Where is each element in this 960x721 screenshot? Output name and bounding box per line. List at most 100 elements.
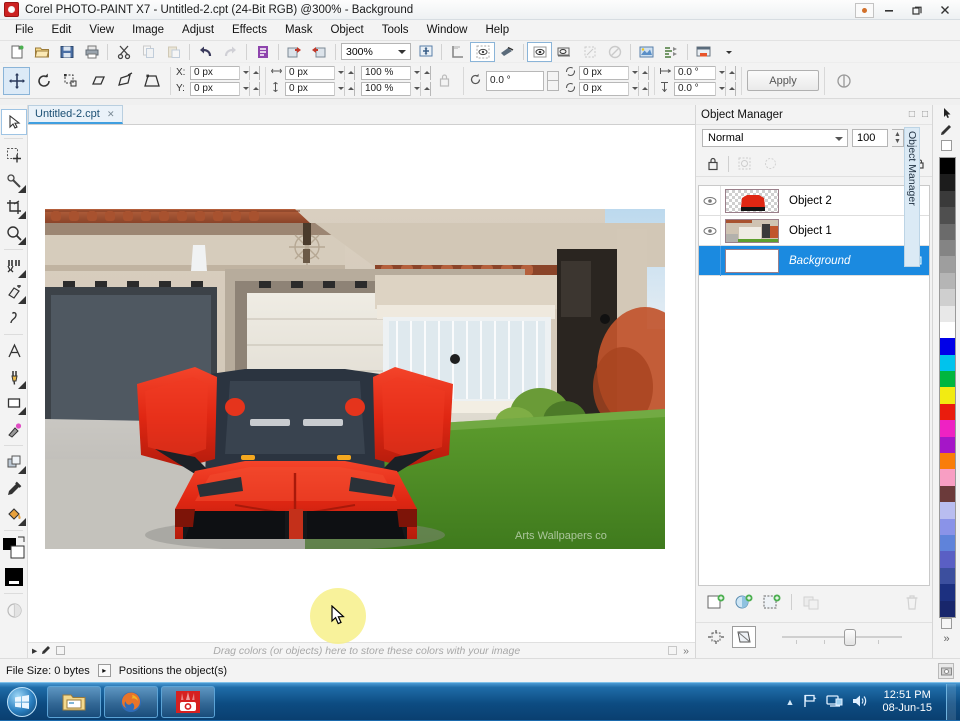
eyedropper-tool[interactable] — [1, 475, 27, 501]
eyedropper-icon[interactable] — [940, 123, 953, 139]
lock-ratio-icon[interactable] — [431, 67, 458, 95]
smart-cutout-tool[interactable] — [1, 253, 27, 279]
show-object-marquee-button[interactable] — [759, 154, 781, 174]
color-swatch[interactable] — [940, 338, 955, 354]
arrow-cursor-icon[interactable] — [941, 107, 953, 122]
visibility-toggle[interactable] — [699, 186, 721, 216]
layer-row-object-1[interactable]: Object 1 — [699, 216, 929, 246]
width-input[interactable]: 0 px — [285, 66, 355, 80]
color-swatch[interactable] — [940, 584, 955, 600]
skew-tool-button[interactable] — [84, 67, 111, 95]
restore-button[interactable] — [904, 1, 930, 19]
launcher-dropdown-button[interactable] — [716, 42, 741, 62]
close-icon[interactable]: ✕ — [106, 109, 116, 119]
redo-button[interactable] — [218, 42, 243, 62]
layer-name[interactable]: Object 1 — [789, 225, 832, 237]
show-grid-button[interactable] — [470, 42, 495, 62]
paste-button[interactable] — [161, 42, 186, 62]
start-button[interactable] — [0, 684, 44, 720]
menu-window[interactable]: Window — [418, 21, 477, 39]
reset-icon[interactable] — [830, 67, 857, 95]
object-transparency-button[interactable] — [732, 626, 756, 648]
color-swatch[interactable] — [940, 207, 955, 223]
opacity-stepper[interactable]: ▲▼ — [892, 129, 904, 147]
color-swatch-column[interactable] — [939, 157, 956, 618]
show-desktop-button[interactable] — [946, 684, 956, 720]
taskbar-item-explorer[interactable] — [47, 686, 101, 718]
color-swatch[interactable] — [940, 256, 955, 272]
mask-transform-tool[interactable] — [1, 142, 27, 168]
export-to-web-button[interactable] — [307, 42, 332, 62]
minimize-icon[interactable]: □ — [909, 109, 915, 120]
chevron-down-icon[interactable] — [835, 137, 843, 141]
layer-row-background[interactable]: Background — [699, 246, 929, 276]
color-swatch[interactable] — [940, 387, 955, 403]
rotation-input[interactable]: 0.0 ° — [486, 71, 544, 91]
color-swatch[interactable] — [940, 224, 955, 240]
menu-view[interactable]: View — [80, 21, 123, 39]
cut-button[interactable] — [111, 42, 136, 62]
menu-edit[interactable]: Edit — [43, 21, 81, 39]
network-icon[interactable] — [826, 693, 843, 712]
no-clip-button[interactable] — [602, 42, 627, 62]
color-swatch[interactable] — [940, 568, 955, 584]
layer-name[interactable]: Background — [789, 255, 850, 267]
object-opacity-slider[interactable] — [782, 628, 902, 646]
color-swatch[interactable] — [940, 191, 955, 207]
close-button[interactable] — [932, 1, 958, 19]
color-swatch[interactable] — [940, 601, 955, 617]
color-swatch[interactable] — [940, 551, 955, 567]
color-swatch[interactable] — [940, 469, 955, 485]
fill-swatch-control[interactable] — [1, 564, 27, 590]
new-document-button[interactable] — [4, 42, 29, 62]
close-icon[interactable]: □ — [922, 109, 928, 120]
eraser-tool[interactable] — [1, 279, 27, 305]
anchor-bottom-input[interactable]: 0 px — [579, 82, 649, 96]
status-expander-button[interactable]: ▸ — [98, 664, 111, 677]
rectangle-shape-tool[interactable] — [1, 390, 27, 416]
mask-marquee-button[interactable] — [527, 42, 552, 62]
layer-name[interactable]: Object 2 — [789, 195, 832, 207]
taskbar-item-firefox[interactable] — [104, 686, 158, 718]
open-button[interactable] — [29, 42, 54, 62]
user-account-icon[interactable] — [855, 3, 874, 18]
color-swatch[interactable] — [940, 306, 955, 322]
no-color-icon[interactable] — [56, 646, 65, 655]
x-input[interactable]: 0 px — [190, 66, 260, 80]
color-swatch[interactable] — [940, 453, 955, 469]
crop-tool[interactable] — [1, 194, 27, 220]
image-canvas[interactable]: Arts Wallpapers co — [45, 209, 665, 549]
snapshot-icon[interactable] — [938, 663, 954, 679]
docker-vertical-tab[interactable]: Object Manager — [904, 127, 920, 267]
menu-adjust[interactable]: Adjust — [173, 21, 223, 39]
skew-vertical-input[interactable]: 0.0 ° — [674, 82, 736, 96]
color-swatch[interactable] — [940, 174, 955, 190]
mask-transform-button[interactable] — [577, 42, 602, 62]
taskbar-item-photopaint[interactable] — [161, 686, 215, 718]
scale-vertical-input[interactable]: 100 % — [361, 82, 431, 96]
print-button[interactable] — [79, 42, 104, 62]
flyout-arrow-icon[interactable] — [18, 518, 26, 526]
edit-across-layers-button[interactable] — [733, 154, 755, 174]
color-swatch[interactable] — [940, 486, 955, 502]
visibility-toggle[interactable] — [699, 246, 721, 276]
import-button[interactable] — [250, 42, 275, 62]
flyout-arrow-icon[interactable] — [18, 270, 26, 278]
flyout-arrow-icon[interactable] — [18, 381, 26, 389]
palette-bottom-icon[interactable] — [941, 618, 952, 629]
document-tab[interactable]: Untitled-2.cpt ✕ — [28, 105, 123, 124]
color-swatch[interactable] — [940, 502, 955, 518]
menu-help[interactable]: Help — [476, 21, 518, 39]
flyout-arrow-icon[interactable] — [18, 296, 26, 304]
taskbar-clock[interactable]: 12:51 PM 08-Jun-15 — [876, 689, 938, 715]
apply-button[interactable]: Apply — [747, 70, 819, 91]
fill-tool[interactable] — [1, 501, 27, 527]
color-swatch[interactable] — [940, 535, 955, 551]
color-swatch[interactable] — [940, 519, 955, 535]
color-swatch[interactable] — [940, 273, 955, 289]
combine-objects-button[interactable] — [799, 591, 823, 613]
skew-horizontal-input[interactable]: 0.0 ° — [674, 66, 736, 80]
smear-tool[interactable] — [1, 305, 27, 331]
distort-tool-button[interactable] — [111, 67, 138, 95]
layer-row-object-2[interactable]: Object 2 — [699, 186, 929, 216]
